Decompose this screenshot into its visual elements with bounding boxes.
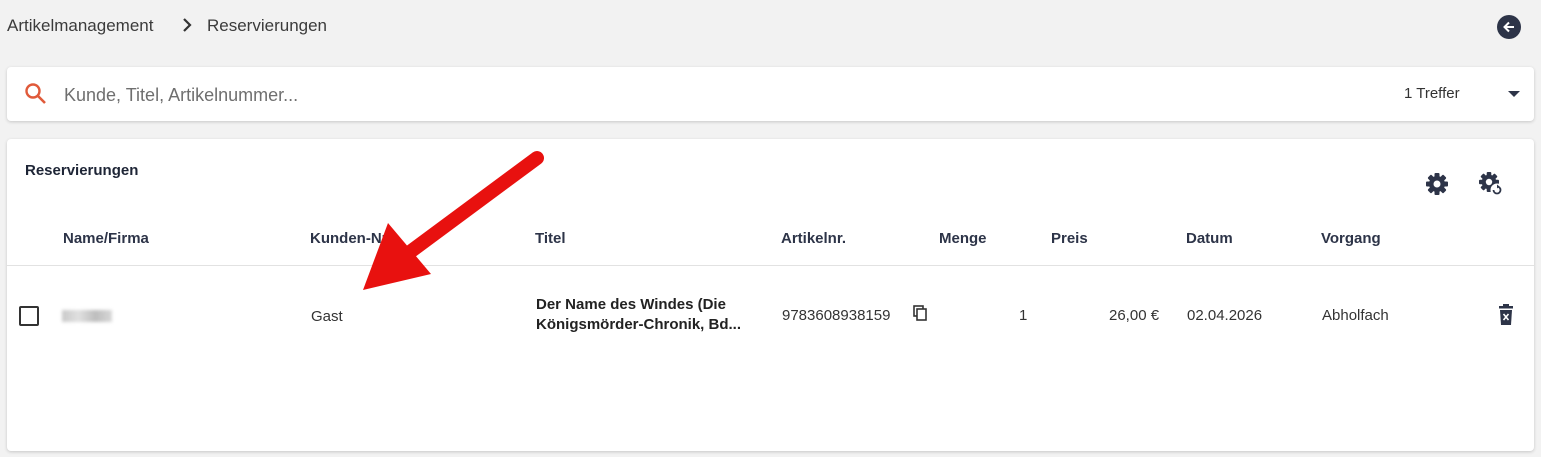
cell-titel-line2: Königsmörder-Chronik, Bd... <box>536 316 742 333</box>
column-header-titel[interactable]: Titel <box>535 230 566 247</box>
column-header-menge[interactable]: Menge <box>939 230 987 247</box>
copy-icon[interactable] <box>913 305 927 321</box>
column-header-preis[interactable]: Preis <box>1051 230 1088 247</box>
column-header-artikelnr[interactable]: Artikelnr. <box>781 230 846 247</box>
cell-titel-line1: Der Name des Windes (Die <box>536 296 726 313</box>
hit-count: 1 Treffer <box>1404 85 1460 102</box>
search-icon <box>25 83 46 104</box>
search-input[interactable] <box>62 79 1066 111</box>
column-header-datum[interactable]: Datum <box>1186 230 1233 247</box>
arrow-left-icon <box>1503 21 1514 33</box>
cell-vorgang: Abholfach <box>1322 307 1389 324</box>
column-header-name[interactable]: Name/Firma <box>63 230 149 247</box>
back-button[interactable] <box>1497 15 1521 39</box>
breadcrumb-item-reservierungen: Reservierungen <box>207 16 328 35</box>
search-bar: 1 Treffer <box>7 67 1534 121</box>
cell-datum: 02.04.2026 <box>1187 307 1263 324</box>
cell-menge: 1 <box>1019 307 1028 324</box>
breadcrumb-item-artikelmanagement[interactable]: Artikelmanagement <box>7 16 153 36</box>
cell-preis: 26,00 € <box>1109 307 1160 324</box>
table-row[interactable]: Gast Der Name des Windes (Die Königsmörd… <box>7 266 1534 366</box>
cell-titel: Der Name des Windes (Die Königsmörder-Ch… <box>536 295 766 335</box>
cell-artikelnr: 9783608938159 <box>782 307 891 324</box>
column-header-kundennr[interactable]: Kunden-Nr <box>310 230 388 247</box>
cell-kundennr: Gast <box>311 308 343 325</box>
top-bar: Artikelmanagement Reservierungen <box>0 0 1541 52</box>
trash-icon[interactable] <box>1496 303 1516 327</box>
chevron-right-icon <box>183 18 192 32</box>
table-title: Reservierungen <box>25 162 139 179</box>
reservations-table-card: Reservierungen Name/Firma Kunden-Nr Tite… <box>7 139 1534 451</box>
caret-down-icon[interactable] <box>1502 84 1526 104</box>
gear-icon[interactable] <box>1423 170 1451 198</box>
gear-refresh-icon[interactable] <box>1477 170 1505 198</box>
column-header-vorgang[interactable]: Vorgang <box>1321 230 1381 247</box>
customer-name-redacted <box>62 310 112 322</box>
row-checkbox[interactable] <box>19 306 39 326</box>
